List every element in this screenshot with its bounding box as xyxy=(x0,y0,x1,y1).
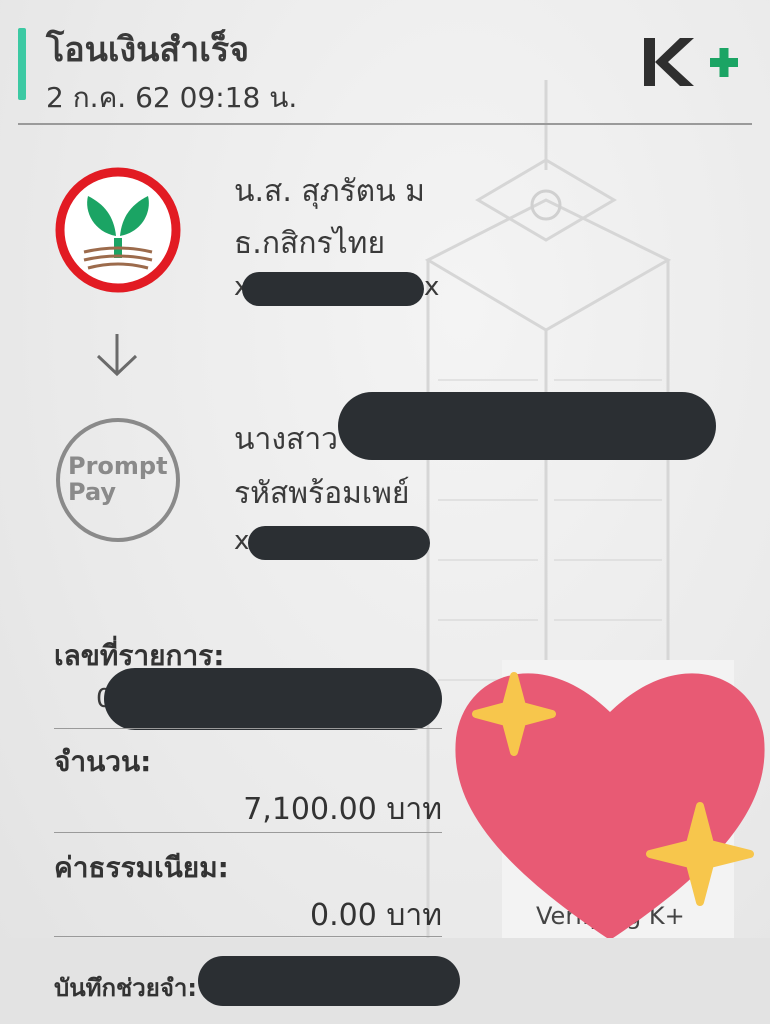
transaction-datetime: 2 ก.ค. 62 09:18 น. xyxy=(46,81,298,114)
page-title: โอนเงินสำเร็จ xyxy=(46,30,250,70)
sender-bank: ธ.กสิกรไทย xyxy=(234,226,386,261)
sender-name: น.ส. สุภรัตน ม xyxy=(234,174,425,209)
reference-redaction xyxy=(104,668,442,730)
promptpay-logo: Prompt Pay xyxy=(54,416,182,544)
header-divider xyxy=(18,123,752,125)
fee-value: 0.00 บาท xyxy=(310,898,442,933)
header-accent-bar xyxy=(18,28,26,100)
amount-label: จำนวน: xyxy=(54,745,152,778)
sender-account-suffix: x xyxy=(424,272,440,302)
kbank-logo-icon xyxy=(55,167,181,293)
memo-redaction xyxy=(198,956,460,1006)
memo-label: บันทึกช่วยจำ: xyxy=(54,974,197,1002)
amount-value: 7,100.00 บาท xyxy=(243,792,442,827)
receiver-account-redaction xyxy=(248,526,430,560)
reference-divider xyxy=(54,728,442,729)
fee-label: ค่าธรรมเนียม: xyxy=(54,851,229,884)
receiver-name-prefix: นางสาว xyxy=(234,422,339,457)
receiver-name-redaction xyxy=(338,392,716,460)
sender-account-redaction xyxy=(242,272,424,306)
kplus-logo-icon xyxy=(644,38,738,86)
sparkling-heart-icon xyxy=(455,672,765,940)
arrow-down-icon xyxy=(96,334,138,377)
promptpay-logo-line1: Prompt xyxy=(68,452,168,480)
receiver-bank: รหัสพร้อมเพย์ xyxy=(234,476,410,511)
promptpay-logo-line2: Pay xyxy=(68,478,117,506)
fee-divider xyxy=(54,936,442,937)
amount-divider xyxy=(54,832,442,833)
